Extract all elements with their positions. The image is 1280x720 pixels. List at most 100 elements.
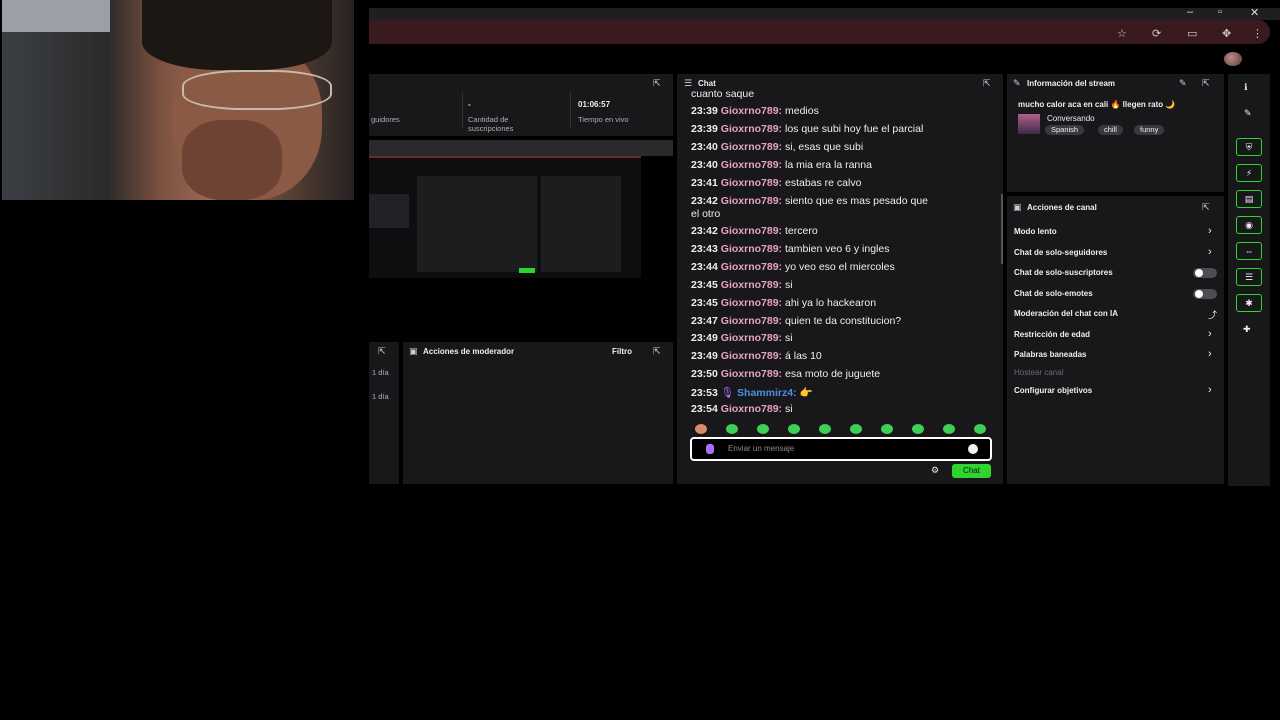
stream-tag[interactable]: funny [1134, 125, 1165, 135]
chat-message[interactable]: 23:44 Gioxrno789: yo veo eso el miercole… [691, 261, 895, 273]
message-icon[interactable]: ▤ [1236, 190, 1262, 208]
shield-icon[interactable]: ⛨ [1236, 138, 1262, 156]
toggle-switch[interactable] [1193, 268, 1217, 278]
chat-message[interactable]: 23:53 🎙 Shammirz4: 👉 [691, 386, 813, 399]
chat-send-button[interactable]: Chat [952, 464, 991, 478]
chart-icon[interactable]: ⤴ [1208, 308, 1217, 321]
chat-message[interactable]: 23:43 Gioxrno789: tambien veo 6 y ingles [691, 243, 889, 255]
close-icon[interactable]: ✕ [1250, 6, 1259, 19]
minimize-icon[interactable]: – [1187, 6, 1193, 18]
chat-message[interactable]: 23:40 Gioxrno789: la mia era la ranna [691, 159, 872, 171]
stream-tag[interactable]: Spanish [1045, 125, 1085, 135]
chat-message[interactable]: 23:54 Gioxrno789: si [691, 403, 793, 415]
message-username[interactable]: Gioxrno789: [721, 332, 782, 344]
add-icon[interactable]: ✚ [1243, 324, 1251, 335]
popout-icon[interactable]: ⇱ [1202, 78, 1210, 89]
chat-message[interactable]: 23:47 Gioxrno789: quien te da constituci… [691, 315, 901, 327]
toggle-switch[interactable] [1193, 289, 1217, 299]
mic-icon[interactable] [706, 444, 714, 454]
chat-message[interactable]: 23:39 Gioxrno789: medios [691, 105, 819, 117]
server-icon[interactable]: ☰ [1236, 268, 1262, 286]
channel-action-item[interactable]: Moderación del chat con IA [1014, 309, 1118, 318]
settings-icon[interactable]: ⚙ [931, 465, 939, 476]
channel-action-item[interactable]: Restricción de edad [1014, 330, 1090, 339]
stream-preview[interactable] [369, 156, 641, 278]
message-username[interactable]: Gioxrno789: [721, 297, 782, 309]
emote-icon[interactable] [881, 424, 893, 434]
emote-icon[interactable] [757, 424, 769, 434]
edit-icon[interactable]: ✎ [1179, 78, 1187, 89]
chat-message[interactable]: 23:49 Gioxrno789: si [691, 332, 793, 344]
popout-icon[interactable]: ⇱ [1202, 202, 1210, 213]
message-username[interactable]: Gioxrno789: [721, 177, 782, 189]
chat-message[interactable]: 23:45 Gioxrno789: si [691, 279, 793, 291]
star-icon[interactable]: ☆ [1117, 27, 1127, 40]
sidepanel-icon[interactable]: ▭ [1187, 27, 1197, 40]
message-username[interactable]: Gioxrno789: [721, 243, 782, 255]
message-username[interactable]: Gioxrno789: [721, 403, 782, 415]
stream-info-title: Información del stream [1027, 79, 1116, 88]
chat-message[interactable]: 23:49 Gioxrno789: á las 10 [691, 350, 822, 362]
message-username[interactable]: Gioxrno789: [721, 279, 782, 291]
channel-action-item[interactable]: Configurar objetivos [1014, 386, 1092, 395]
message-username[interactable]: Gioxrno789: [721, 225, 782, 237]
emote-icon[interactable] [695, 424, 707, 434]
lightning-icon[interactable]: ⚡ [1236, 164, 1262, 182]
chat-message[interactable]: 23:42 Gioxrno789: siento que es mas pesa… [691, 195, 928, 207]
message-username[interactable]: Gioxrno789: [721, 105, 782, 117]
scrollbar[interactable] [1001, 194, 1003, 264]
emote-picker-icon[interactable] [968, 444, 978, 454]
message-username[interactable]: Gioxrno789: [721, 123, 782, 135]
chat-message[interactable]: 23:42 Gioxrno789: tercero [691, 225, 818, 237]
emote-icon[interactable] [912, 424, 924, 434]
chat-message[interactable]: 23:40 Gioxrno789: si, esas que subi [691, 141, 863, 153]
emote-icon[interactable] [788, 424, 800, 434]
emote-icon[interactable] [726, 424, 738, 434]
emote-icon[interactable] [943, 424, 955, 434]
chevron-right-icon[interactable]: › [1208, 384, 1212, 396]
extension-icon[interactable]: ⟳ [1152, 27, 1161, 40]
message-username[interactable]: Gioxrno789: [721, 141, 782, 153]
emote-icon[interactable] [819, 424, 831, 434]
info-circle-icon[interactable]: ℹ [1244, 82, 1247, 93]
message-username[interactable]: Shammirz4: [737, 387, 797, 399]
chat-bubble-icon[interactable]: ◉ [1236, 216, 1262, 234]
chat-message[interactable]: 23:39 Gioxrno789: los que subi hoy fue e… [691, 123, 923, 135]
stream-tag[interactable]: chill [1098, 125, 1123, 135]
filter-button[interactable]: Filtro [612, 347, 632, 356]
message-timestamp: 23:41 [691, 177, 721, 189]
popout-icon[interactable]: ⇱ [983, 78, 991, 89]
chevron-right-icon[interactable]: › [1208, 225, 1212, 237]
address-bar[interactable] [369, 20, 1270, 44]
message-username[interactable]: Gioxrno789: [721, 350, 782, 362]
chevron-right-icon[interactable]: › [1208, 246, 1212, 258]
channel-action-item[interactable]: Chat de solo-suscriptores [1014, 268, 1113, 277]
channel-action-item[interactable]: Chat de solo-seguidores [1014, 248, 1107, 257]
popout-icon[interactable]: ⇱ [653, 78, 661, 89]
popout-icon[interactable]: ⇱ [378, 346, 386, 357]
channel-action-item[interactable]: Modo lento [1014, 227, 1057, 236]
profile-avatar[interactable] [1224, 52, 1242, 66]
chat-input[interactable]: Enviar un mensaje [690, 437, 992, 461]
emote-icon[interactable] [974, 424, 986, 434]
message-username[interactable]: Gioxrno789: [721, 159, 782, 171]
link-icon[interactable]: ⇔ [1236, 242, 1262, 260]
message-username[interactable]: Gioxrno789: [721, 261, 782, 273]
chat-message[interactable]: 23:50 Gioxrno789: esa moto de juguete [691, 368, 880, 380]
maximize-icon[interactable]: ▫ [1218, 6, 1222, 18]
pencil-icon[interactable]: ✎ [1244, 108, 1252, 119]
chat-message[interactable]: 23:45 Gioxrno789: ahi ya lo hackearon [691, 297, 876, 309]
popout-icon[interactable]: ⇱ [653, 346, 661, 357]
message-username[interactable]: Gioxrno789: [721, 195, 782, 207]
chat-message[interactable]: 23:41 Gioxrno789: estabas re calvo [691, 177, 861, 189]
channel-action-item[interactable]: Palabras baneadas [1014, 350, 1086, 359]
message-username[interactable]: Gioxrno789: [721, 315, 782, 327]
message-username[interactable]: Gioxrno789: [721, 368, 782, 380]
puzzle-icon[interactable]: ✥ [1222, 27, 1231, 40]
channel-action-item[interactable]: Chat de solo-emotes [1014, 289, 1093, 298]
chevron-right-icon[interactable]: › [1208, 348, 1212, 360]
menu-icon[interactable]: ⋮ [1252, 27, 1263, 40]
emote-icon[interactable] [850, 424, 862, 434]
chevron-right-icon[interactable]: › [1208, 328, 1212, 340]
wrench-icon[interactable]: ✱ [1236, 294, 1262, 312]
